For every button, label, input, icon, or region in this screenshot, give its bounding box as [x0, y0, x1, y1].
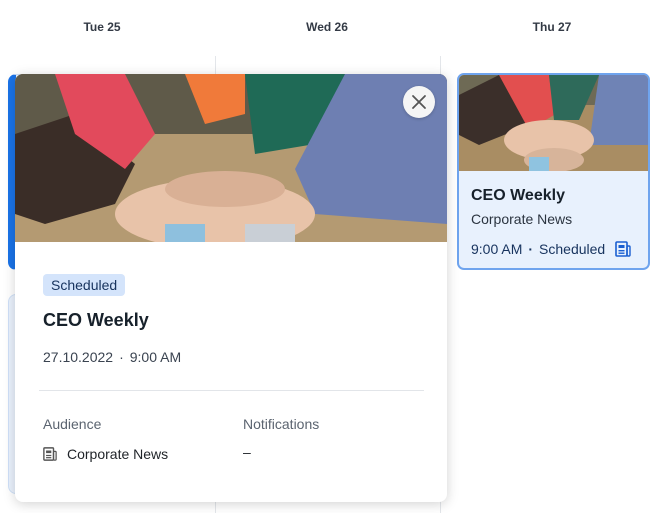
- popup-datetime: 27.10.2022 · 9:00 AM: [43, 349, 181, 365]
- separator-dot: ·: [119, 349, 124, 365]
- audience-label: Audience: [43, 416, 102, 432]
- popup-time: 9:00 AM: [129, 349, 182, 365]
- close-button[interactable]: [403, 86, 435, 118]
- popup-title: CEO Weekly: [43, 310, 149, 330]
- day-header-thu: Thu 27: [532, 20, 572, 34]
- notifications-label: Notifications: [243, 416, 320, 432]
- event-hero-image: [15, 74, 447, 242]
- audience-text: Corporate News: [67, 446, 169, 462]
- audience-value: Corporate News: [43, 446, 168, 462]
- day-header-wed: Wed 26: [306, 20, 348, 34]
- notifications-value: –: [243, 444, 251, 460]
- separator-dot: ·: [528, 241, 534, 257]
- divider: [39, 390, 424, 391]
- popup-date: 27.10.2022: [43, 349, 114, 365]
- event-subtitle: Corporate News: [471, 211, 573, 227]
- day-header-tue: Tue 25: [83, 20, 121, 34]
- status-badge: Scheduled: [43, 274, 126, 296]
- event-title: CEO Weekly: [471, 187, 565, 204]
- event-thumbnail-image: [459, 75, 648, 171]
- event-card-ceo-weekly[interactable]: CEO Weekly Corporate News 9:00 AM · Sche…: [457, 73, 650, 270]
- newspaper-icon: [615, 241, 631, 257]
- event-meta: 9:00 AM · Scheduled: [471, 241, 631, 257]
- close-icon: [412, 95, 426, 109]
- event-details-popup: Scheduled CEO Weekly 27.10.2022 · 9:00 A…: [15, 74, 447, 502]
- newspaper-icon: [43, 447, 57, 461]
- event-time: 9:00 AM: [471, 241, 523, 257]
- event-status: Scheduled: [539, 241, 606, 257]
